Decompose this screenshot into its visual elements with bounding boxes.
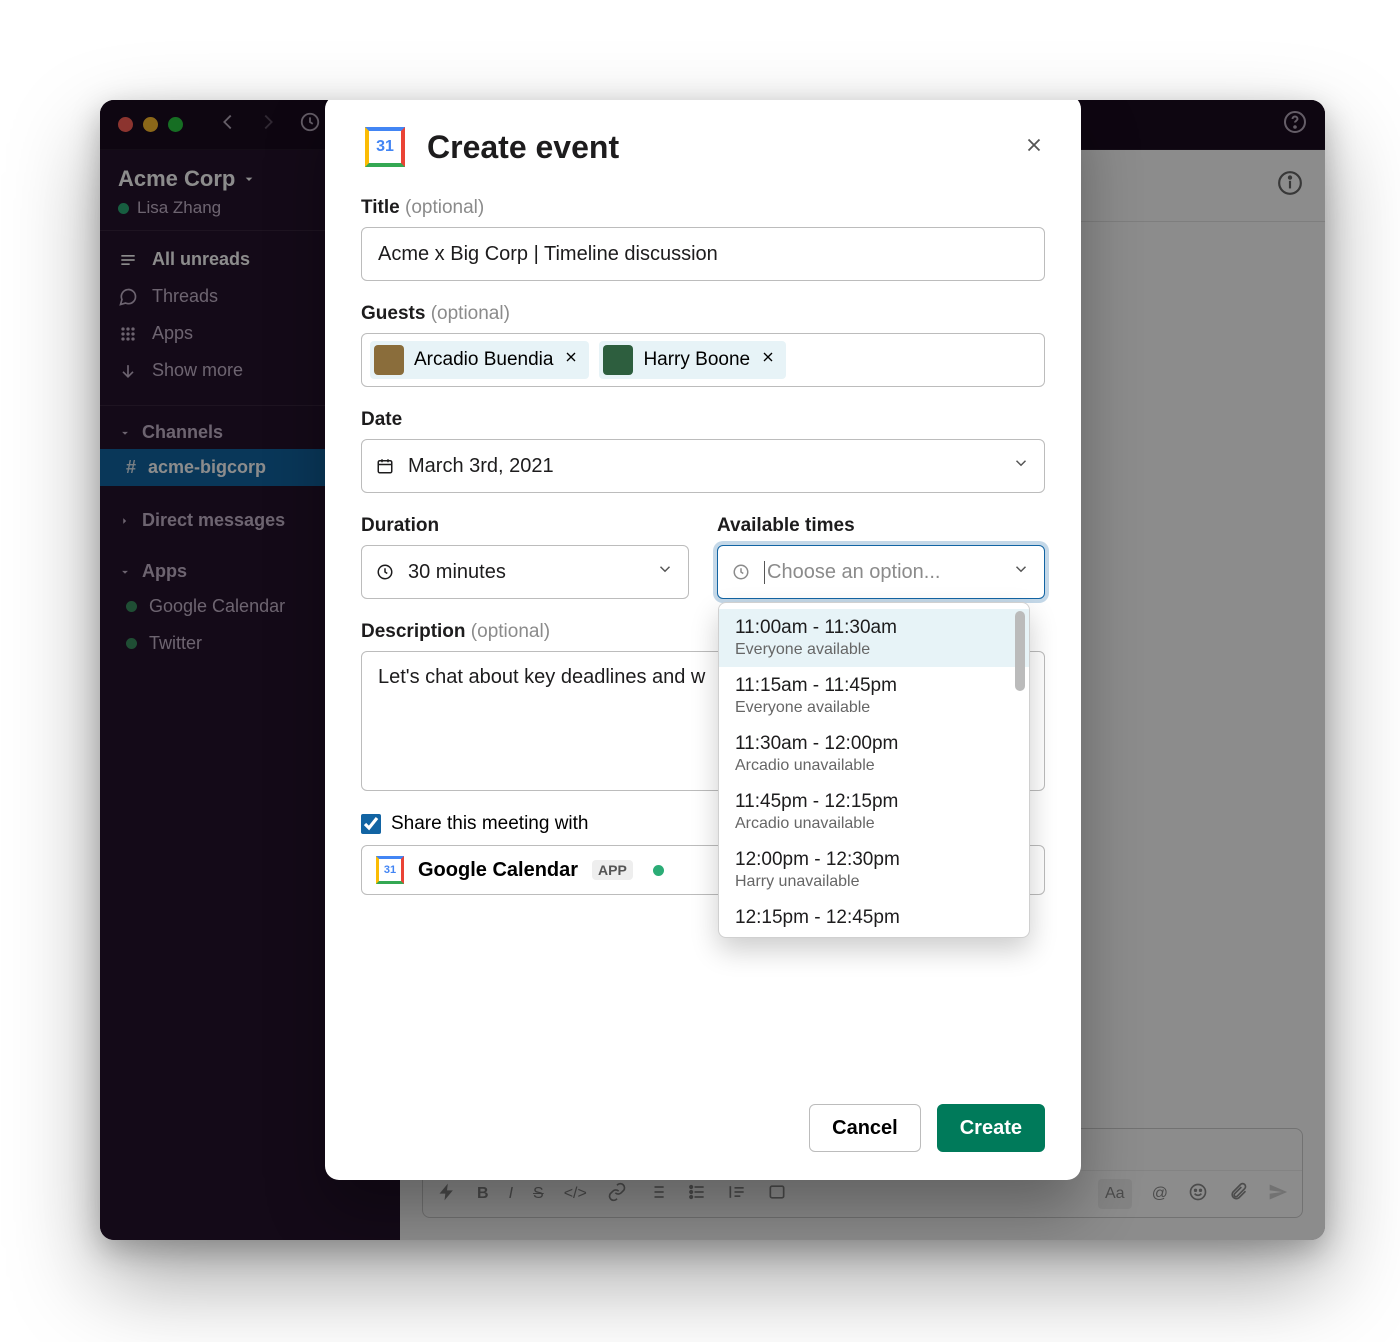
- avatar: [603, 345, 633, 375]
- guest-chip: Arcadio Buendia: [370, 341, 589, 379]
- lightning-icon[interactable]: [437, 1182, 457, 1207]
- create-button[interactable]: Create: [937, 1104, 1045, 1152]
- formatting-toggle-icon[interactable]: Aa: [1098, 1179, 1132, 1209]
- emoji-icon[interactable]: [1188, 1182, 1208, 1207]
- user-name: Lisa Zhang: [137, 198, 221, 218]
- time-option[interactable]: 11:45pm - 12:15pm Arcadio unavailable: [719, 783, 1029, 841]
- bold-icon[interactable]: B: [477, 1185, 489, 1203]
- remove-guest-icon[interactable]: [760, 349, 776, 371]
- presence-indicator: [653, 865, 664, 876]
- hash-icon: #: [126, 457, 136, 478]
- ordered-list-icon[interactable]: [647, 1182, 667, 1207]
- duration-select[interactable]: 30 minutes: [361, 545, 689, 599]
- minimize-window-icon[interactable]: [143, 117, 158, 132]
- google-calendar-icon: 31: [376, 856, 404, 884]
- chevron-down-icon: [656, 560, 674, 584]
- window-controls: [118, 117, 183, 132]
- help-icon[interactable]: [1283, 110, 1307, 139]
- caret-down-icon: [118, 565, 132, 579]
- scrollbar-thumb[interactable]: [1015, 611, 1025, 691]
- attach-icon[interactable]: [1228, 1182, 1248, 1207]
- time-option[interactable]: 11:15am - 11:45pm Everyone available: [719, 667, 1029, 725]
- clock-icon: [376, 563, 394, 581]
- close-window-icon[interactable]: [118, 117, 133, 132]
- nav-back-icon[interactable]: [217, 111, 239, 138]
- nav-forward-icon[interactable]: [257, 111, 279, 138]
- history-icon[interactable]: [299, 111, 321, 138]
- italic-icon[interactable]: I: [509, 1185, 513, 1203]
- share-label: Share this meeting with: [391, 813, 589, 835]
- create-event-modal: 31 Create event Title (optional) Guests …: [325, 100, 1081, 1180]
- presence-indicator: [118, 203, 129, 214]
- app-badge: APP: [592, 860, 633, 880]
- caret-down-icon: [118, 426, 132, 440]
- channel-details-icon[interactable]: [1277, 170, 1303, 201]
- event-title-input[interactable]: [361, 227, 1045, 281]
- time-option[interactable]: 11:30am - 12:00pm Arcadio unavailable: [719, 725, 1029, 783]
- clock-icon: [732, 563, 750, 581]
- guest-chip: Harry Boone: [599, 341, 786, 379]
- share-checkbox[interactable]: [361, 814, 381, 834]
- time-option[interactable]: 12:15pm - 12:45pm: [719, 899, 1029, 937]
- send-icon[interactable]: [1268, 1182, 1288, 1207]
- modal-title: Create event: [427, 129, 619, 166]
- cancel-button[interactable]: Cancel: [809, 1104, 921, 1152]
- google-calendar-icon: 31: [361, 123, 409, 171]
- maximize-window-icon[interactable]: [168, 117, 183, 132]
- time-option[interactable]: 12:00pm - 12:30pm Harry unavailable: [719, 841, 1029, 899]
- calendar-icon: [376, 457, 394, 475]
- strike-icon[interactable]: S: [533, 1185, 544, 1203]
- quote-icon[interactable]: [727, 1182, 747, 1207]
- link-icon[interactable]: [607, 1182, 627, 1207]
- chevron-down-icon: [241, 171, 257, 187]
- caret-right-icon: [118, 514, 132, 528]
- code-icon[interactable]: </>: [564, 1185, 587, 1203]
- avatar: [374, 345, 404, 375]
- bullet-list-icon[interactable]: [687, 1182, 707, 1207]
- app-presence-icon: [126, 601, 137, 612]
- remove-guest-icon[interactable]: [563, 349, 579, 371]
- close-icon[interactable]: [1023, 134, 1045, 161]
- slack-window: Search Acme Sites Acme Corp Lisa Zhang A…: [100, 100, 1325, 1240]
- chevron-down-icon: [1012, 560, 1030, 584]
- workspace-name: Acme Corp: [118, 166, 235, 192]
- time-options-dropdown: 11:00am - 11:30am Everyone available 11:…: [718, 602, 1030, 938]
- date-select[interactable]: March 3rd, 2021: [361, 439, 1045, 493]
- app-presence-icon: [126, 638, 137, 649]
- mention-icon[interactable]: @: [1152, 1185, 1168, 1203]
- time-option[interactable]: 11:00am - 11:30am Everyone available: [719, 609, 1029, 667]
- guests-input[interactable]: Arcadio Buendia Harry Boone: [361, 333, 1045, 387]
- available-times-select[interactable]: Choose an option... 11:00am - 11:30am Ev…: [717, 545, 1045, 599]
- codeblock-icon[interactable]: [767, 1182, 787, 1207]
- chevron-down-icon: [1012, 454, 1030, 478]
